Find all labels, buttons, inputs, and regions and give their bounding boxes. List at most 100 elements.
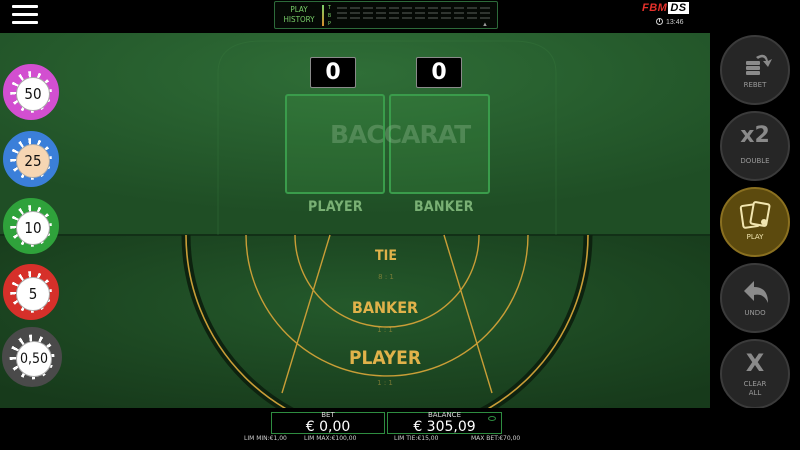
history-legend-player: P xyxy=(328,21,332,27)
clock-time: 13:46 xyxy=(666,19,684,26)
history-cell xyxy=(363,7,373,9)
tie-odds: 8 : 1 xyxy=(378,273,394,281)
clock: 13:46 xyxy=(656,18,684,26)
clear-all-button[interactable]: X CLEAR ALL xyxy=(720,339,790,409)
history-cell xyxy=(376,12,386,14)
history-cell xyxy=(480,12,490,14)
bottom-bar: BET € 0,00 BALANCE € 305,09 LIM MIN:€1,0… xyxy=(0,408,800,450)
history-cell xyxy=(337,17,347,19)
history-cell xyxy=(441,17,451,19)
play-label: PLAY xyxy=(746,233,764,241)
history-cell xyxy=(415,17,425,19)
clear-label-line2: ALL xyxy=(748,389,762,397)
eye-icon[interactable] xyxy=(488,416,496,421)
play-history-line2: HISTORY xyxy=(283,15,315,24)
player-score: 0 xyxy=(310,57,356,88)
history-cell xyxy=(441,12,451,14)
balance-display: BALANCE € 305,09 xyxy=(387,411,502,435)
clear-icon: X xyxy=(745,349,765,377)
history-cell xyxy=(454,12,464,14)
chip-10-value: 10 xyxy=(16,211,50,245)
play-button[interactable]: PLAY xyxy=(720,187,790,257)
double-icon: x2 xyxy=(740,123,770,148)
max-bet: MAX BET:€70,00 xyxy=(471,435,521,442)
history-cell xyxy=(363,17,373,19)
double-label: DOUBLE xyxy=(740,157,770,165)
brand-logo: FBM DS xyxy=(642,2,689,14)
history-cell xyxy=(389,17,399,19)
history-cell xyxy=(467,17,477,19)
banker-bet-area[interactable]: BANKER xyxy=(335,298,435,317)
undo-button[interactable]: UNDO xyxy=(720,263,790,333)
history-cell xyxy=(337,12,347,14)
limit-min: LIM MIN:€1,00 xyxy=(244,435,287,442)
history-cell xyxy=(428,17,438,19)
history-expand-icon[interactable]: ▲ xyxy=(482,22,488,28)
chip-0-50[interactable]: 0,50 xyxy=(2,327,62,387)
history-cell xyxy=(350,7,360,9)
play-history-line1: PLAY xyxy=(290,5,308,14)
chip-10[interactable]: 10 xyxy=(3,198,59,254)
history-cell xyxy=(480,17,490,19)
history-cell xyxy=(428,12,438,14)
chip-50[interactable]: 50 xyxy=(3,64,59,120)
clock-icon xyxy=(656,18,663,25)
play-history-label: PLAY HISTORY xyxy=(281,5,317,25)
history-cell xyxy=(350,12,360,14)
brand-fbm: FBM xyxy=(642,2,668,14)
chip-50-value: 50 xyxy=(16,77,50,111)
tie-bet-area[interactable]: TIE xyxy=(346,248,426,264)
history-grid xyxy=(337,7,493,23)
history-cell xyxy=(454,7,464,9)
banker-odds: 1 : 1 xyxy=(377,326,393,334)
history-cell xyxy=(454,17,464,19)
history-divider xyxy=(322,5,324,26)
history-cell xyxy=(402,7,412,9)
history-cell xyxy=(389,7,399,9)
history-cell xyxy=(389,12,399,14)
history-legend-tie: T xyxy=(328,5,332,11)
rebet-button[interactable]: REBET xyxy=(720,35,790,105)
bet-display: BET € 0,00 xyxy=(271,411,385,435)
history-cell xyxy=(376,17,386,19)
banker-hand-label: BANKER xyxy=(414,199,474,215)
history-legend: T B P xyxy=(328,4,331,28)
bet-caption: BET xyxy=(321,411,335,419)
brand-ds: DS xyxy=(668,2,689,14)
undo-icon xyxy=(744,281,768,303)
clear-label-line1: CLEAR xyxy=(743,380,767,388)
undo-label: UNDO xyxy=(744,309,766,317)
play-history-button[interactable]: PLAY HISTORY T B P ▲ xyxy=(274,1,498,29)
side-controls: REBET x2 DOUBLE PLAY UNDO X CLEAR ALL xyxy=(710,33,800,409)
baccarat-table: 0 0 BACCARAT PLAYER BANKER TIE 8 : 1 BAN… xyxy=(0,33,710,408)
player-odds: 1 : 1 xyxy=(377,379,393,387)
history-cell xyxy=(467,7,477,9)
top-bar: PLAY HISTORY T B P ▲ FBM DS 13:46 xyxy=(0,0,800,32)
history-cell xyxy=(337,7,347,9)
banker-score: 0 xyxy=(416,57,462,88)
limit-max: LIM MAX:€100,00 xyxy=(304,435,357,442)
history-cell xyxy=(415,12,425,14)
history-cell xyxy=(402,17,412,19)
history-cell xyxy=(467,12,477,14)
bet-value: € 0,00 xyxy=(305,419,351,435)
history-legend-banker: B xyxy=(328,13,332,19)
history-cell xyxy=(350,17,360,19)
rebet-icon xyxy=(746,54,772,75)
chip-25[interactable]: 25 xyxy=(3,131,59,187)
chip-0-50-value: 0,50 xyxy=(16,341,52,377)
history-cell xyxy=(402,12,412,14)
menu-icon[interactable] xyxy=(12,5,38,25)
balance-caption: BALANCE xyxy=(428,411,461,419)
baccarat-logo: BACCARAT xyxy=(330,120,471,149)
history-cell xyxy=(363,12,373,14)
double-button[interactable]: x2 DOUBLE xyxy=(720,111,790,181)
history-cell xyxy=(376,7,386,9)
history-cell xyxy=(428,7,438,9)
player-hand-label: PLAYER xyxy=(308,199,363,215)
balance-value: € 305,09 xyxy=(413,419,476,435)
history-cell xyxy=(415,7,425,9)
player-bet-area[interactable]: PLAYER xyxy=(325,347,445,369)
rebet-label: REBET xyxy=(743,81,767,89)
chip-5[interactable]: 5 xyxy=(3,264,59,320)
